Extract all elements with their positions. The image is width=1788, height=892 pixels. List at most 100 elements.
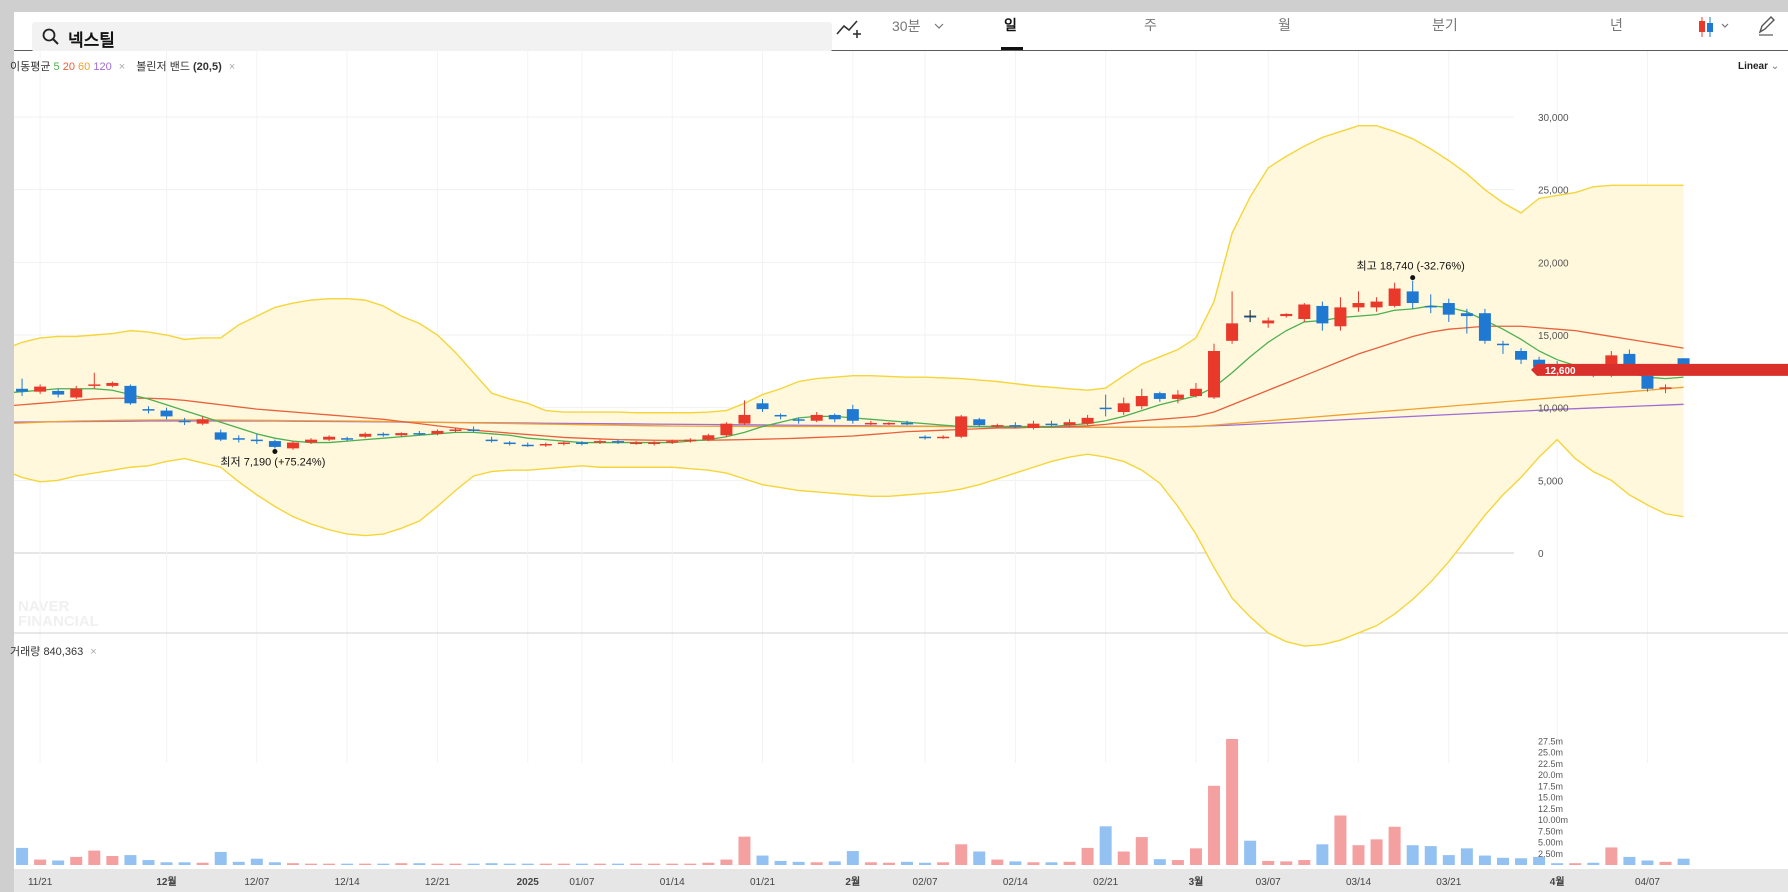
pencil-icon[interactable] (1756, 14, 1776, 38)
tab-week[interactable]: 주 (1144, 15, 1157, 35)
candle-body[interactable] (1045, 423, 1058, 426)
candle-body[interactable] (901, 422, 913, 425)
volume-bar[interactable] (1587, 862, 1600, 865)
volume-bar[interactable] (557, 863, 570, 865)
candle-body[interactable] (937, 436, 950, 439)
volume-bar[interactable] (593, 863, 606, 865)
candle-body[interactable] (88, 384, 101, 386)
candle-body[interactable] (521, 444, 534, 447)
volume-bar[interactable] (196, 862, 209, 865)
volume-bar[interactable] (341, 863, 354, 865)
candle-body[interactable] (305, 439, 318, 443)
volume-bar[interactable] (160, 862, 173, 865)
volume-bar[interactable] (539, 863, 552, 865)
candle-body[interactable] (593, 441, 606, 443)
search-box[interactable]: 넥스틸 (32, 22, 832, 52)
volume-bar[interactable] (214, 851, 227, 865)
volume-bar[interactable] (1226, 739, 1239, 865)
candle-body[interactable] (16, 388, 29, 392)
candle-body[interactable] (485, 439, 498, 442)
candle-body[interactable] (70, 388, 83, 398)
candle-body[interactable] (1208, 350, 1221, 398)
volume-bar[interactable] (503, 863, 516, 865)
volume-bar[interactable] (178, 862, 191, 865)
candle-body[interactable] (1496, 343, 1509, 346)
candle-body[interactable] (882, 422, 895, 425)
volume-bar[interactable] (1406, 845, 1419, 865)
candle-body[interactable] (1370, 301, 1383, 308)
volume-bar[interactable] (1460, 848, 1473, 865)
volume-bar[interactable] (449, 863, 462, 865)
volume-bar[interactable] (1189, 848, 1202, 865)
candle-body[interactable] (1189, 388, 1202, 397)
candle-body[interactable] (720, 423, 733, 436)
candle-body[interactable] (1515, 350, 1528, 360)
candle-body[interactable] (684, 439, 697, 442)
volume-bar[interactable] (521, 863, 534, 865)
volume-bar[interactable] (1298, 860, 1311, 865)
candle-body[interactable] (756, 403, 769, 410)
volume-bar[interactable] (1677, 858, 1690, 865)
candle-body[interactable] (1641, 375, 1654, 389)
candle-body[interactable] (828, 414, 841, 420)
candle-body[interactable] (738, 414, 751, 424)
volume-bar[interactable] (1171, 860, 1184, 865)
volume-bar[interactable] (1208, 785, 1221, 865)
volume-bar[interactable] (1063, 861, 1076, 865)
volume-bar[interactable] (1262, 860, 1275, 865)
candle-body[interactable] (1081, 417, 1094, 424)
volume-bar[interactable] (250, 858, 263, 865)
volume-bar[interactable] (1641, 860, 1654, 866)
tab-day[interactable]: 일 (1004, 15, 1017, 35)
candle-body[interactable] (377, 433, 390, 436)
volume-bar[interactable] (1334, 815, 1347, 866)
volume-bar[interactable] (395, 863, 408, 865)
candle-body[interactable] (1659, 387, 1672, 389)
candle-body[interactable] (1460, 313, 1473, 317)
candle-body[interactable] (1388, 288, 1401, 306)
candle-body[interactable] (34, 386, 47, 392)
candle-body[interactable] (1135, 396, 1148, 407)
candle-body[interactable] (1117, 403, 1130, 413)
candle-body[interactable] (1316, 305, 1329, 324)
volume-bar[interactable] (485, 863, 498, 865)
chevron-down-icon[interactable] (934, 22, 944, 30)
candle-body[interactable] (232, 438, 245, 440)
volume-bar[interactable] (1569, 863, 1582, 865)
candle-body[interactable] (1442, 303, 1455, 315)
candle-body[interactable] (359, 433, 372, 437)
candle-body[interactable] (1262, 320, 1275, 324)
candle-body[interactable] (431, 430, 444, 434)
candle-body[interactable] (792, 419, 805, 421)
volume-bar[interactable] (431, 863, 444, 865)
volume-bar[interactable] (1496, 857, 1509, 865)
volume-bar[interactable] (756, 855, 769, 865)
candle-body[interactable] (323, 436, 336, 440)
candle-body[interactable] (575, 442, 588, 445)
volume-bar[interactable] (1659, 861, 1672, 865)
volume-bar[interactable] (1551, 863, 1564, 865)
volume-bar[interactable] (16, 847, 29, 865)
volume-bar[interactable] (1009, 861, 1022, 865)
candle-body[interactable] (106, 382, 119, 386)
volume-bar[interactable] (467, 863, 480, 865)
volume-bar[interactable] (1244, 840, 1257, 865)
volume-bar[interactable] (630, 863, 643, 865)
volume-bar[interactable] (1370, 839, 1383, 865)
candle-body[interactable] (702, 435, 715, 440)
volume-bar[interactable] (413, 863, 426, 865)
volume-bar[interactable] (1388, 826, 1401, 865)
candle-body[interactable] (196, 419, 209, 424)
candle-body[interactable] (341, 438, 354, 440)
candle-body[interactable] (214, 432, 227, 440)
candle-body[interactable] (774, 414, 787, 417)
volume-bar[interactable] (1045, 862, 1058, 865)
volume-bar[interactable] (232, 861, 245, 865)
volume-bar[interactable] (268, 862, 281, 865)
volume-bar[interactable] (828, 861, 841, 865)
candle-type-icon[interactable] (1696, 14, 1732, 40)
volume-bar[interactable] (142, 860, 155, 865)
volume-bar[interactable] (34, 859, 47, 865)
volume-bar[interactable] (648, 863, 661, 865)
volume-bar[interactable] (52, 860, 65, 866)
